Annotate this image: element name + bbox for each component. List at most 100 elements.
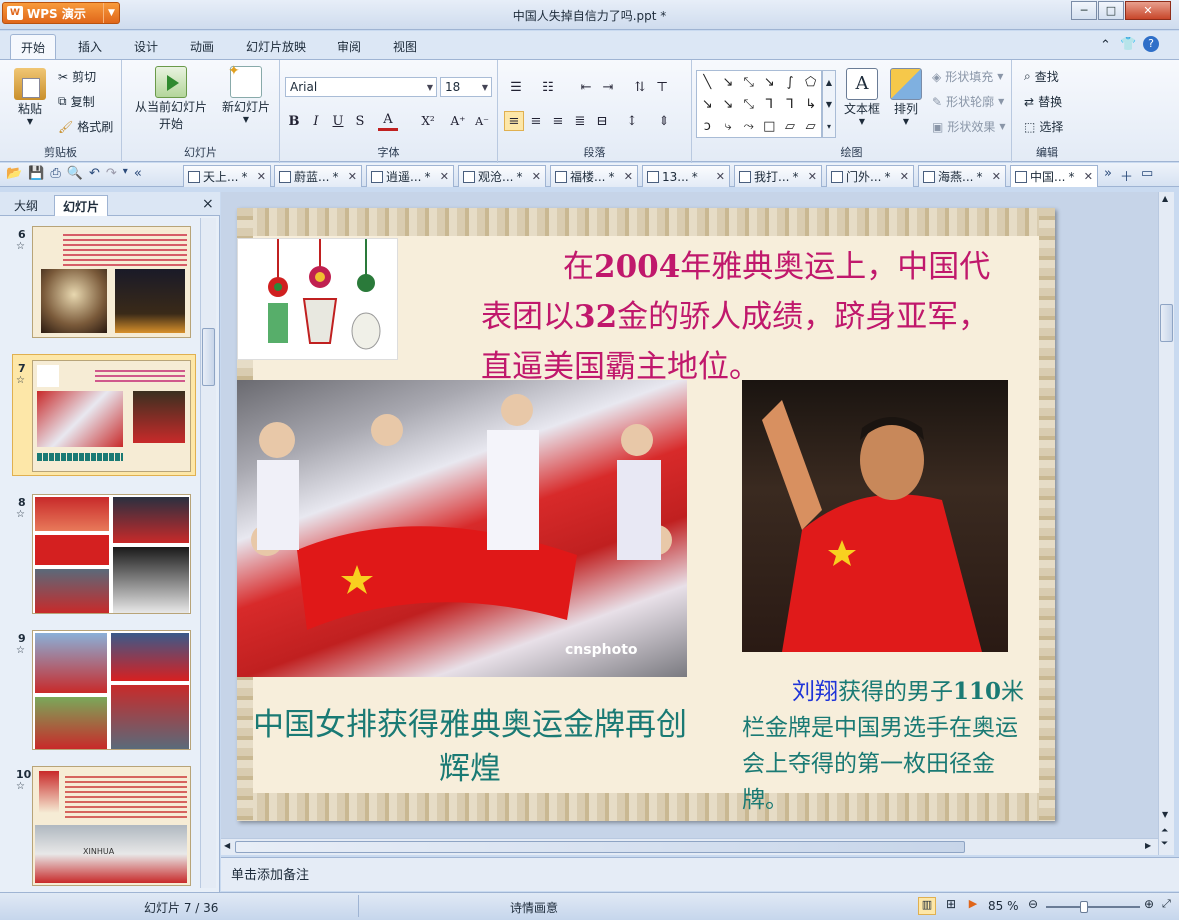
undo-icon[interactable]: ↶ [89, 166, 100, 181]
shape-fill-button[interactable]: ◈ 形状填充 ▼ [932, 68, 1003, 85]
line-spacing-icon[interactable]: ↕ [622, 111, 642, 131]
tab-view[interactable]: 视图 [383, 34, 427, 59]
shapes-gallery-scroll[interactable]: ▲ ▼ ▾ [822, 70, 836, 138]
numbering-icon[interactable]: ☷ [538, 77, 558, 97]
doc-tab-7[interactable]: 我打... * ✕ [734, 165, 822, 187]
superscript-button[interactable]: X² [418, 111, 438, 131]
slide-thumbnail-6[interactable] [32, 226, 191, 338]
zoom-slider-thumb[interactable] [1080, 901, 1088, 913]
paste-button[interactable]: 粘贴 ▼ [10, 68, 50, 126]
elbow-connector-shape-icon[interactable]: ⅂ [766, 97, 773, 112]
text-direction-icon[interactable]: ⇅ [630, 77, 650, 97]
help-icon[interactable]: ? [1143, 36, 1159, 52]
rectangle-shape-icon[interactable]: □ [763, 119, 775, 134]
scroll-thumb[interactable] [202, 328, 215, 386]
slide-thumbnail-10[interactable]: XINHUA [32, 766, 191, 886]
save-icon[interactable]: 💾 [28, 166, 44, 181]
distribute-icon[interactable]: ⊟ [592, 111, 612, 131]
caption-volleyball[interactable]: 中国女排获得雅典奥运金牌再创辉煌 [245, 703, 695, 791]
close-icon[interactable]: ✕ [624, 170, 633, 183]
print-icon[interactable]: ⎙ [50, 166, 60, 181]
font-size-combo[interactable]: 18 ▼ [440, 77, 492, 97]
volleyball-team-photo[interactable]: cnsphoto [237, 380, 687, 677]
tab-insert[interactable]: 插入 [68, 34, 112, 59]
scroll-left-icon[interactable]: ◀ [224, 841, 230, 850]
liu-xiang-photo[interactable] [742, 380, 1008, 652]
tab-outline[interactable]: 大纲 [6, 195, 46, 216]
close-icon[interactable]: ✕ [808, 170, 817, 183]
connector-double-shape-icon[interactable]: ⤡ [743, 97, 753, 112]
scroll-down-icon[interactable]: ▼ [1162, 810, 1168, 819]
slideshow-view-icon[interactable]: ▶ [964, 897, 982, 915]
arrange-button[interactable]: 排列 ▼ [888, 68, 924, 126]
shapes-gallery[interactable]: ╲ ↘ ⤡ ↘ ∫ ⬠ ↘ ↘ ⤡ ⅂ ⅂ ↳ ↄ ⤷ ⤳ □ ▱ ▱ [696, 70, 822, 138]
justify-icon[interactable]: ≣ [570, 111, 590, 131]
curve-arrow-shape-icon[interactable]: ⤷ [724, 119, 731, 134]
next-slide-icon[interactable]: ⏷ [1161, 839, 1168, 849]
tab-slideshow[interactable]: 幻灯片放映 [236, 34, 316, 59]
new-slide-button[interactable]: ✦ 新幻灯片 ▼ [218, 63, 274, 124]
format-painter-button[interactable]: 🖌 格式刷 [58, 118, 113, 135]
close-icon[interactable]: ✕ [992, 170, 1001, 183]
zoom-out-icon[interactable]: ⊖ [1028, 897, 1038, 911]
scroll-up-icon[interactable]: ▲ [1162, 194, 1168, 203]
curve-shape-icon[interactable]: ∫ [787, 75, 794, 90]
normal-view-icon[interactable]: ▥ [918, 897, 936, 915]
slide-thumbnail-8[interactable] [32, 494, 191, 614]
notes-pane[interactable]: 单击添加备注 [221, 857, 1179, 891]
doc-tab-8[interactable]: 门外... * ✕ [826, 165, 914, 187]
grow-font-button[interactable]: A⁺ [448, 111, 468, 131]
slide[interactable]: 在2004年雅典奥运上，中国代表团以32金的骄人成绩，跻身亚军，直逼美国霸主地位… [237, 208, 1055, 821]
connector-arrow-shape-icon[interactable]: ↘ [723, 97, 734, 112]
find-button[interactable]: ⌕ 查找 [1024, 68, 1059, 85]
replace-button[interactable]: ⇄ 替换 [1024, 93, 1062, 110]
minimize-button[interactable]: ─ [1071, 1, 1097, 20]
doc-tab-5[interactable]: 福楼... * ✕ [550, 165, 638, 187]
shape-outline-button[interactable]: ✎ 形状轮廓 ▼ [932, 93, 1004, 110]
shape-effect-button[interactable]: ▣ 形状效果 ▼ [932, 118, 1006, 135]
doc-tab-2[interactable]: 蔚蓝... * ✕ [274, 165, 362, 187]
tab-home[interactable]: 开始 [10, 34, 57, 59]
underline-button[interactable]: U [328, 111, 348, 131]
textbox-button[interactable]: A 文本框 ▼ [840, 68, 884, 126]
new-tab-icon[interactable]: ＋ [1120, 166, 1133, 185]
slide-thumbnail-7[interactable] [32, 360, 191, 472]
tab-design[interactable]: 设计 [124, 34, 168, 59]
canvas-horizontal-scrollbar[interactable]: ◀ ▶ [221, 838, 1158, 855]
freeform-shape-icon[interactable]: ⬠ [805, 75, 816, 90]
tab-animation[interactable]: 动画 [180, 34, 224, 59]
italic-button[interactable]: I [306, 111, 326, 131]
print-preview-icon[interactable]: 🔍 [67, 166, 83, 181]
align-text-icon[interactable]: ⊤ [652, 77, 672, 97]
curve-connector-shape-icon[interactable]: ↄ [704, 119, 711, 134]
close-icon[interactable]: ✕ [716, 170, 725, 183]
redo-icon[interactable]: ↷ [106, 166, 117, 181]
close-icon[interactable]: ✕ [257, 170, 266, 183]
line-shape-icon[interactable]: ╲ [703, 75, 711, 90]
fit-window-icon[interactable]: ⤢ [1162, 897, 1171, 911]
align-right-icon[interactable]: ≡ [548, 111, 568, 131]
font-color-button[interactable]: A [378, 111, 398, 131]
rounded-rect-shape-icon[interactable]: ▱ [785, 119, 795, 134]
indent-icon[interactable]: ⇥ [598, 77, 618, 97]
play-from-current-button[interactable]: 从当前幻灯片 开始 [128, 66, 214, 132]
doc-tab-9[interactable]: 海燕... * ✕ [918, 165, 1006, 187]
arrow-shape-icon[interactable]: ↘ [723, 75, 734, 90]
double-arrow-shape-icon[interactable]: ⤡ [743, 75, 753, 90]
slide-thumbnail-9[interactable] [32, 630, 191, 750]
cut-button[interactable]: ✂ 剪切 [58, 68, 96, 85]
elbow-arrow-shape-icon[interactable]: ⅂ [786, 97, 793, 112]
close-icon[interactable]: × [202, 196, 214, 212]
slide-heading-text[interactable]: 在2004年雅典奥运上，中国代表团以32金的骄人成绩，跻身亚军，直逼美国霸主地位… [481, 242, 1001, 392]
doc-tab-4[interactable]: 观沧... * ✕ [458, 165, 546, 187]
tab-review[interactable]: 审阅 [327, 34, 371, 59]
zoom-slider[interactable] [1046, 901, 1140, 913]
close-button[interactable]: ✕ [1125, 1, 1171, 20]
close-icon[interactable]: ✕ [440, 170, 449, 183]
chinese-knot-ornaments-image[interactable] [237, 238, 398, 360]
doc-tab-10[interactable]: 中国... * ✕ [1010, 165, 1098, 187]
bullets-icon[interactable]: ☰ [506, 77, 526, 97]
zoom-in-icon[interactable]: ⊕ [1144, 897, 1154, 911]
shrink-font-button[interactable]: A⁻ [472, 111, 492, 131]
close-icon[interactable]: ✕ [532, 170, 541, 183]
